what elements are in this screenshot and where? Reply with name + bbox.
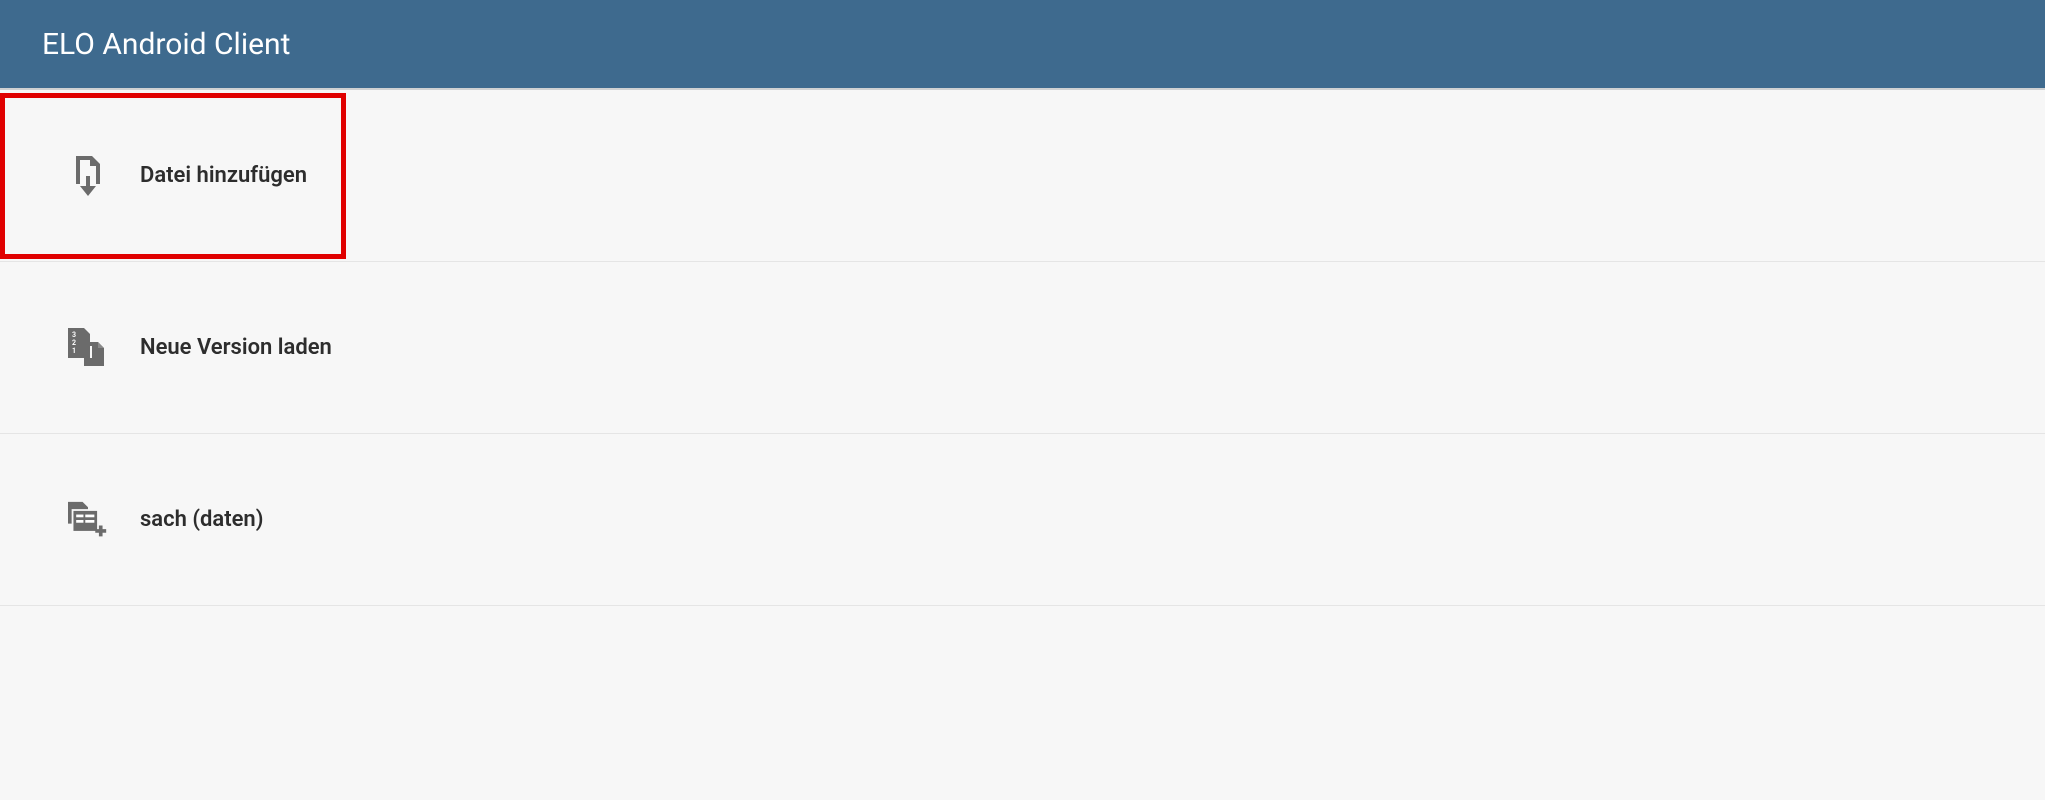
- form-add-icon: [68, 500, 108, 540]
- list-item-add-file[interactable]: Datei hinzufügen: [0, 93, 346, 259]
- list-item-sach-daten[interactable]: sach (daten): [0, 434, 2045, 606]
- list-item-label: Neue Version laden: [140, 335, 332, 360]
- svg-text:3: 3: [72, 331, 76, 339]
- version-icon: 3 2 1: [68, 328, 108, 368]
- add-file-icon: [68, 156, 108, 196]
- list-item-label: sach (daten): [140, 507, 263, 532]
- app-header: ELO Android Client: [0, 0, 2045, 90]
- svg-text:2: 2: [72, 339, 76, 347]
- list-item-label: Datei hinzufügen: [140, 163, 307, 188]
- list-item-load-version[interactable]: 3 2 1 Neue Version laden: [0, 262, 2045, 434]
- list-row: Datei hinzufügen: [0, 90, 2045, 262]
- svg-text:1: 1: [72, 347, 76, 355]
- action-list: Datei hinzufügen 3 2 1 Neue Version lade…: [0, 90, 2045, 606]
- app-title: ELO Android Client: [42, 27, 290, 62]
